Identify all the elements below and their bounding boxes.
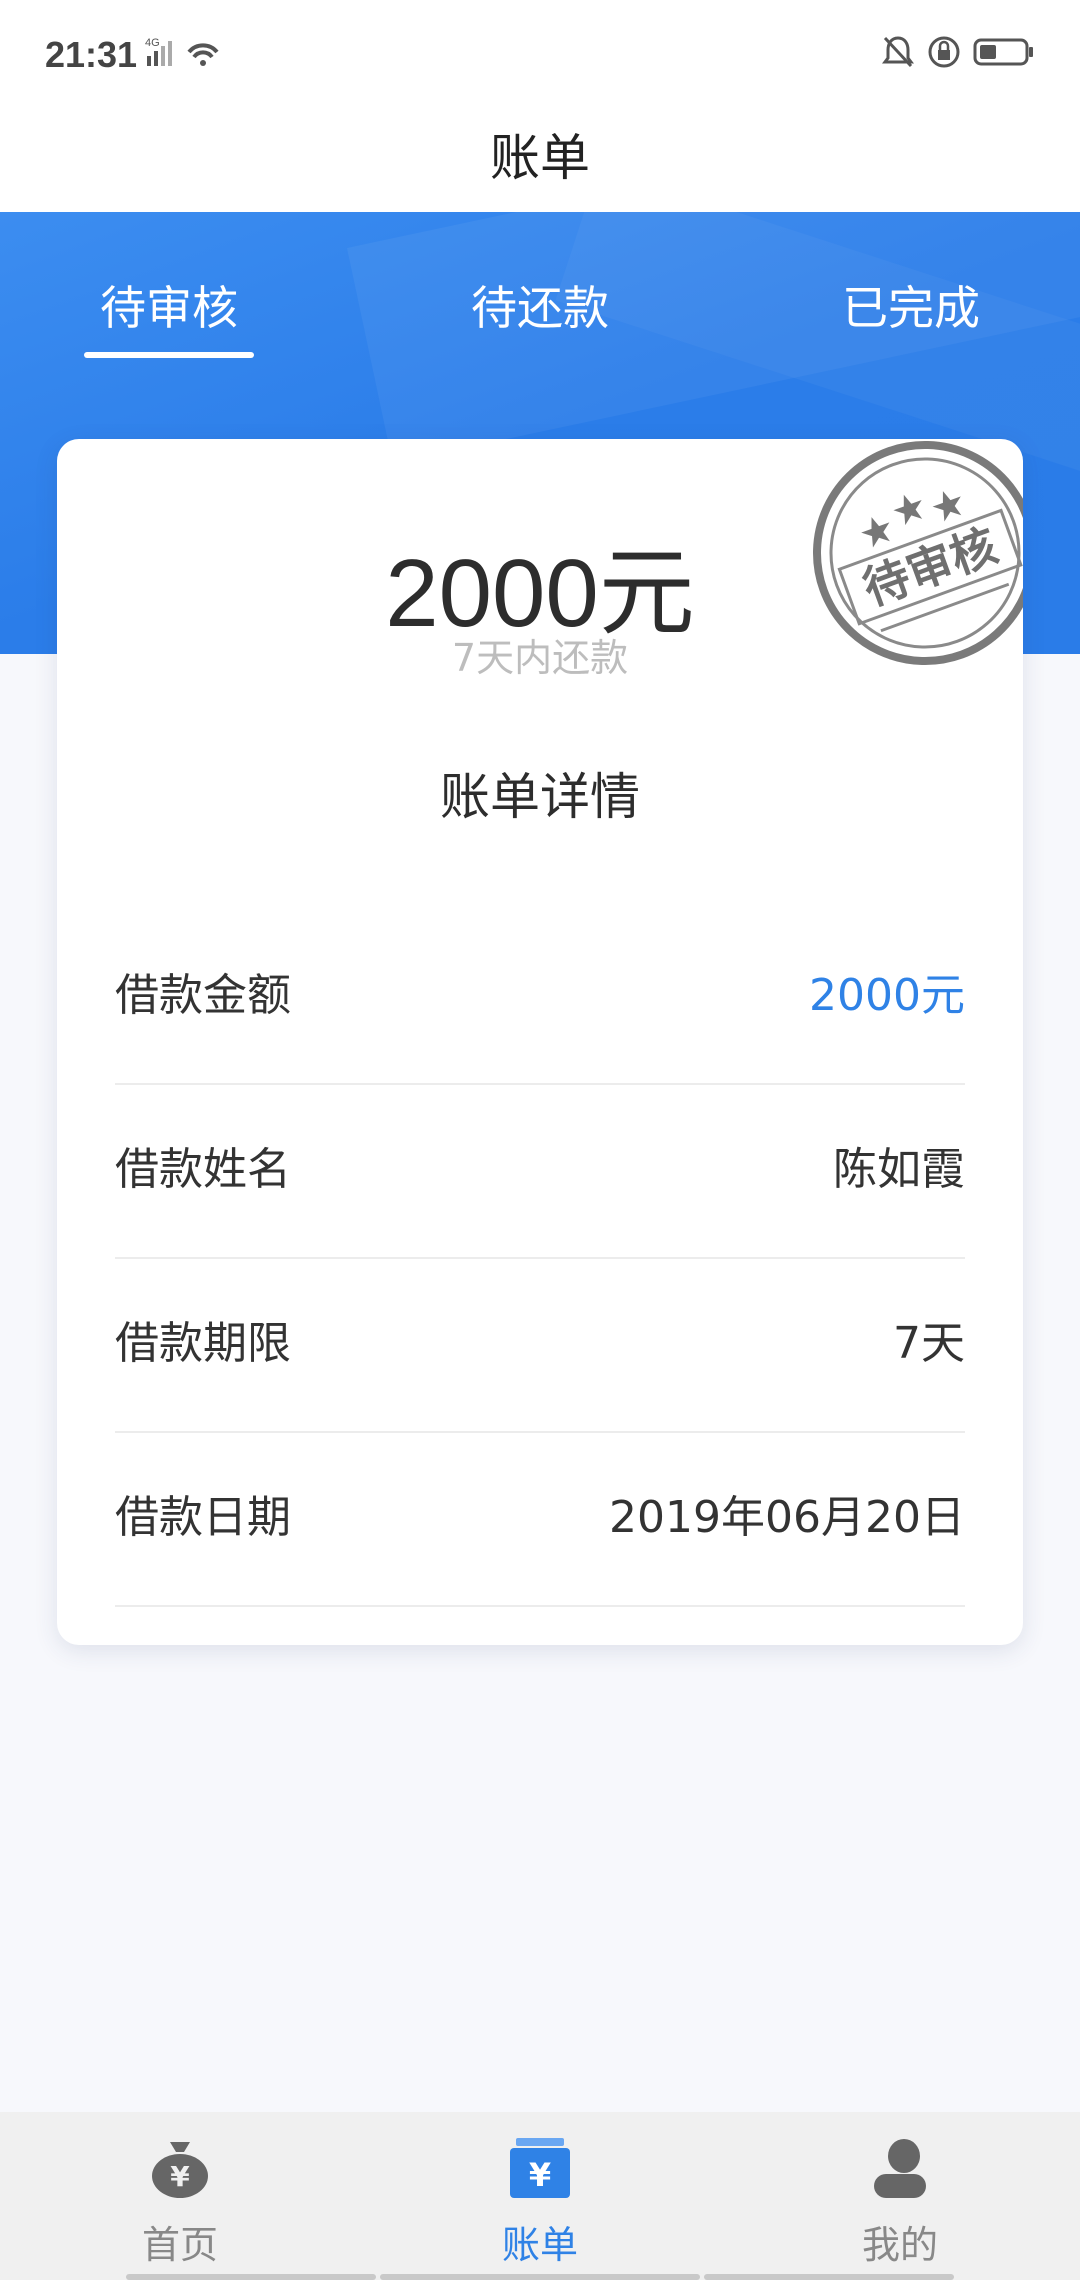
row-label: 借款姓名	[115, 1144, 291, 1195]
lock-rotation-icon	[927, 34, 961, 74]
page-title: 账单	[490, 129, 590, 187]
row-label: 借款金额	[115, 970, 291, 1021]
nav-bills[interactable]: ¥ 账单	[360, 2112, 720, 2280]
bill-card: 2000元 7天内还款 待审核 账单详情 借款金额 2000元 借款姓名 陈如霞	[57, 439, 1023, 1645]
detail-row-borrower-name: 借款姓名 陈如霞	[115, 1085, 965, 1259]
svg-text:¥: ¥	[170, 2160, 190, 2193]
status-tabs: 待审核 待还款 已完成	[0, 272, 1080, 362]
row-value: 2000元	[809, 970, 965, 1021]
row-value: 7天	[893, 1318, 965, 1369]
signal-icon: 4G	[145, 34, 235, 74]
row-value: 2019年06月20日	[609, 1492, 965, 1543]
nav-profile[interactable]: 我的	[720, 2112, 1080, 2280]
detail-row-loan-date: 借款日期 2019年06月20日	[115, 1433, 965, 1607]
nav-divider	[126, 2274, 376, 2280]
row-label: 借款期限	[115, 1318, 291, 1369]
user-icon	[868, 2136, 932, 2200]
bill-icon: ¥	[508, 2136, 572, 2200]
tab-completed[interactable]: 已完成	[826, 272, 996, 362]
detail-row-loan-amount: 借款金额 2000元	[115, 911, 965, 1085]
svg-text:¥: ¥	[529, 2156, 551, 2194]
tab-pending-review[interactable]: 待审核	[84, 272, 254, 362]
mute-bell-icon	[881, 34, 915, 74]
nav-label: 账单	[501, 2223, 578, 2267]
pending-review-stamp: 待审核	[805, 439, 1023, 673]
detail-row-loan-term: 借款期限 7天	[115, 1259, 965, 1433]
bottom-nav: ¥ 首页 ¥ 账单 我的	[0, 2112, 1080, 2280]
row-value: 陈如霞	[833, 1144, 965, 1195]
nav-divider	[704, 2274, 954, 2280]
status-time: 21:31	[45, 34, 138, 75]
bill-details-title: 账单详情	[440, 768, 640, 826]
nav-label: 首页	[141, 2223, 218, 2267]
battery-icon	[973, 34, 1035, 74]
row-label: 借款日期	[115, 1492, 291, 1543]
nav-label: 我的	[861, 2223, 938, 2267]
money-bag-icon: ¥	[148, 2136, 212, 2200]
active-tab-indicator	[84, 352, 254, 358]
title-bar: 账单	[0, 110, 1080, 212]
nav-divider	[380, 2274, 700, 2280]
status-bar: 21:31 4G	[0, 0, 1080, 110]
bill-detail-list: 借款金额 2000元 借款姓名 陈如霞 借款期限 7天 借款日期 2019年06…	[115, 911, 965, 1607]
nav-home[interactable]: ¥ 首页	[0, 2112, 360, 2280]
svg-text:4G: 4G	[145, 37, 160, 49]
tab-pending-repayment[interactable]: 待还款	[455, 272, 625, 362]
